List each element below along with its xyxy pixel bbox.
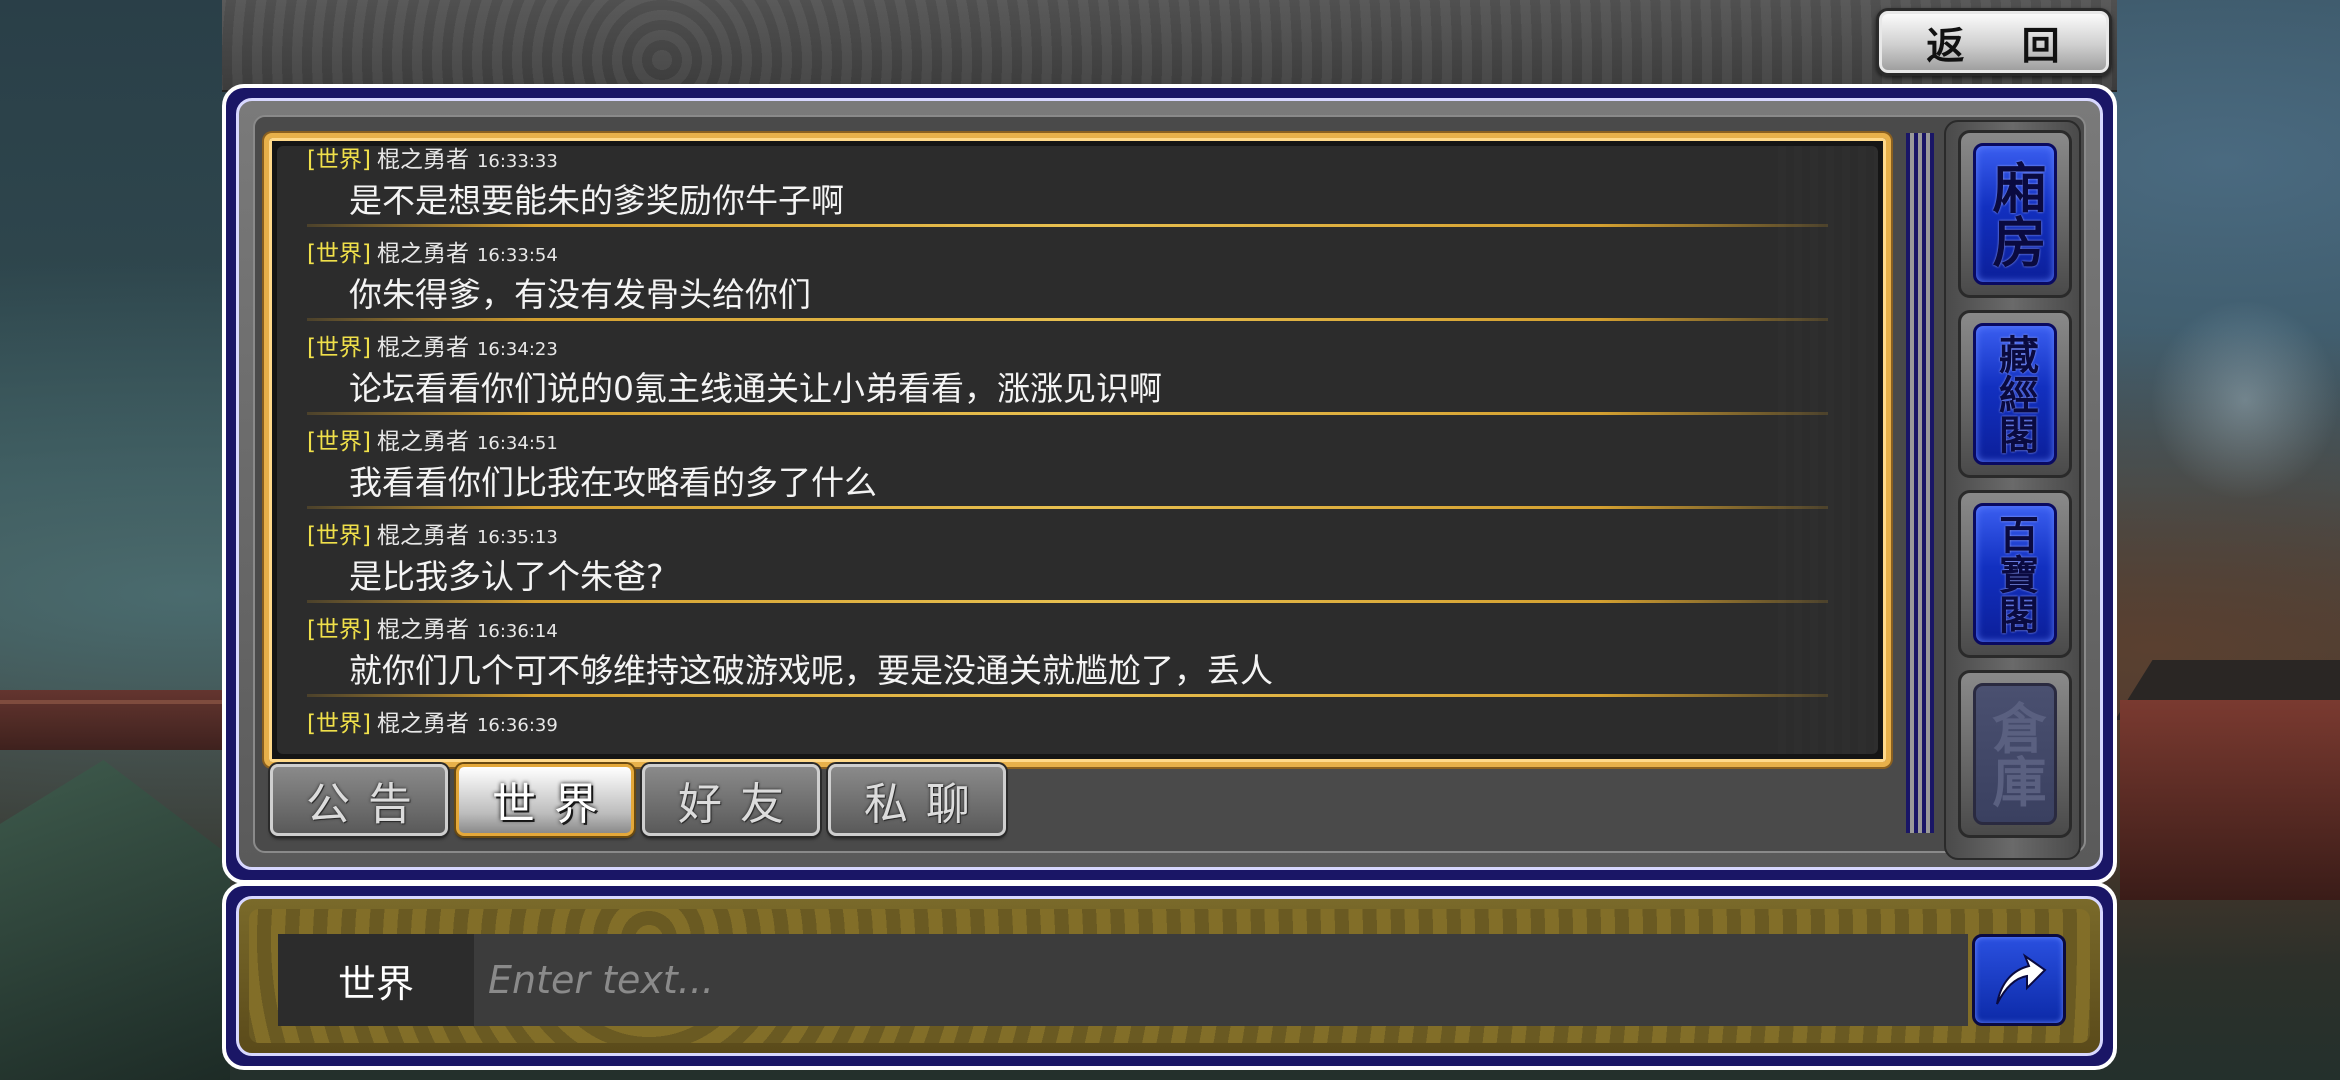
chat-message-header: [世界] 棍之勇者 16:34:23 bbox=[307, 328, 558, 362]
return-button[interactable]: 返 回 bbox=[1876, 8, 2112, 76]
chat-message-text: 我看看你们比我在攻略看的多了什么 bbox=[349, 463, 877, 502]
send-arrow-icon bbox=[1996, 953, 2047, 1005]
chat-message-header: [世界] 棍之勇者 16:35:13 bbox=[307, 516, 558, 550]
chat-separator bbox=[307, 412, 1828, 415]
chat-timestamp: 16:33:54 bbox=[476, 245, 558, 266]
side-button-warehouse[interactable]: 倉庫 bbox=[1958, 670, 2072, 838]
chat-message-header: [世界] 棍之勇者 16:36:14 bbox=[307, 610, 558, 644]
chat-timestamp: 16:34:51 bbox=[476, 433, 558, 454]
chat-username[interactable]: 棍之勇者 bbox=[377, 241, 469, 267]
chat-message: [世界] 棍之勇者 16:33:33 是不是想要能朱的爹奖励你牛子啊 bbox=[307, 146, 1828, 234]
side-button-treasure-pavilion[interactable]: 百寶閣 bbox=[1958, 490, 2072, 658]
tab-world[interactable]: 世界 bbox=[456, 764, 634, 836]
chat-message-text: 是比我多认了个朱爸? bbox=[349, 557, 664, 596]
chat-username[interactable]: 棍之勇者 bbox=[377, 523, 469, 549]
chat-message-header: [世界] 棍之勇者 16:33:33 bbox=[307, 146, 558, 174]
chat-separator bbox=[307, 694, 1828, 697]
side-button-scripture-pavilion-face: 藏經閣 bbox=[1973, 323, 2057, 465]
background-mountain bbox=[0, 760, 230, 1080]
chat-username[interactable]: 棍之勇者 bbox=[377, 711, 469, 737]
chat-username[interactable]: 棍之勇者 bbox=[377, 147, 469, 173]
chat-timestamp: 16:36:39 bbox=[476, 715, 558, 736]
chat-message-text: 论坛看看你们说的0氪主线通关让小弟看看，涨涨见识啊 bbox=[349, 369, 1162, 408]
chat-channel-tag: [世界] bbox=[307, 147, 371, 173]
vertical-divider bbox=[1906, 133, 1934, 833]
chat-channel-tag: [世界] bbox=[307, 523, 371, 549]
side-button-warehouse-face: 倉庫 bbox=[1973, 683, 2057, 825]
chat-channel-tag: [世界] bbox=[307, 241, 371, 267]
side-button-scripture-pavilion[interactable]: 藏經閣 bbox=[1958, 310, 2072, 478]
chat-message-header: [世界] 棍之勇者 16:34:51 bbox=[307, 422, 558, 456]
chat-message-list[interactable]: [世界] 棍之勇者 16:33:33 是不是想要能朱的爹奖励你牛子啊 [世界] 棍之勇者 1… bbox=[264, 133, 1891, 767]
chat-message-text: 就你们几个可不够维持这破游戏呢，要是没通关就尴尬了，丢人 bbox=[349, 651, 1273, 690]
chat-channel-tag: [世界] bbox=[307, 429, 371, 455]
chat-message-text: 是不是想要能朱的爹奖励你牛子啊 bbox=[349, 181, 844, 220]
chat-username[interactable]: 棍之勇者 bbox=[377, 429, 469, 455]
background-mist bbox=[2150, 300, 2340, 500]
tab-private-chat[interactable]: 私聊 bbox=[828, 764, 1006, 836]
chat-timestamp: 16:34:23 bbox=[476, 339, 558, 360]
send-button[interactable] bbox=[1972, 934, 2066, 1026]
chat-scroll-area[interactable]: [世界] 棍之勇者 16:33:33 是不是想要能朱的爹奖励你牛子啊 [世界] 棍之勇者 1… bbox=[277, 146, 1878, 754]
input-channel-label[interactable]: 世界 bbox=[278, 934, 474, 1026]
chat-message: [世界] 棍之勇者 16:36:39 bbox=[307, 704, 1828, 754]
chat-message: [世界] 棍之勇者 16:33:54 你朱得爹，有没有发骨头给你们 bbox=[307, 234, 1828, 328]
background-bridge bbox=[0, 690, 230, 750]
chat-channel-tag: [世界] bbox=[307, 711, 371, 737]
chat-timestamp: 16:35:13 bbox=[476, 527, 558, 548]
background-house bbox=[2120, 700, 2340, 900]
top-decor-band bbox=[222, 0, 2117, 92]
chat-separator bbox=[307, 600, 1828, 603]
chat-message: [世界] 棍之勇者 16:36:14 就你们几个可不够维持这破游戏呢，要是没通关就尴尬… bbox=[307, 610, 1828, 704]
chat-message-header: [世界] 棍之勇者 16:36:39 bbox=[307, 704, 558, 738]
chat-message-text: 你朱得爹，有没有发骨头给你们 bbox=[349, 275, 811, 314]
side-button-treasure-pavilion-face: 百寶閣 bbox=[1973, 503, 2057, 645]
chat-timestamp: 16:36:14 bbox=[476, 621, 558, 642]
chat-separator bbox=[307, 224, 1828, 227]
chat-text-input[interactable] bbox=[474, 934, 1968, 1026]
chat-channel-tag: [世界] bbox=[307, 617, 371, 643]
chat-channel-tag: [世界] bbox=[307, 335, 371, 361]
chat-message-header: [世界] 棍之勇者 16:33:54 bbox=[307, 234, 558, 268]
tab-announcement[interactable]: 公告 bbox=[270, 764, 448, 836]
chat-username[interactable]: 棍之勇者 bbox=[377, 335, 469, 361]
chat-timestamp: 16:33:33 bbox=[476, 151, 558, 172]
side-button-wing-room[interactable]: 廂房 bbox=[1958, 130, 2072, 298]
side-button-wing-room-face: 廂房 bbox=[1973, 143, 2057, 285]
chat-message: [世界] 棍之勇者 16:35:13 是比我多认了个朱爸? bbox=[307, 516, 1828, 610]
chat-message: [世界] 棍之勇者 16:34:51 我看看你们比我在攻略看的多了什么 bbox=[307, 422, 1828, 516]
tab-friends[interactable]: 好友 bbox=[642, 764, 820, 836]
chat-username[interactable]: 棍之勇者 bbox=[377, 617, 469, 643]
chat-separator bbox=[307, 506, 1828, 509]
chat-message: [世界] 棍之勇者 16:34:23 论坛看看你们说的0氪主线通关让小弟看看，涨涨见识… bbox=[307, 328, 1828, 422]
chat-separator bbox=[307, 318, 1828, 321]
